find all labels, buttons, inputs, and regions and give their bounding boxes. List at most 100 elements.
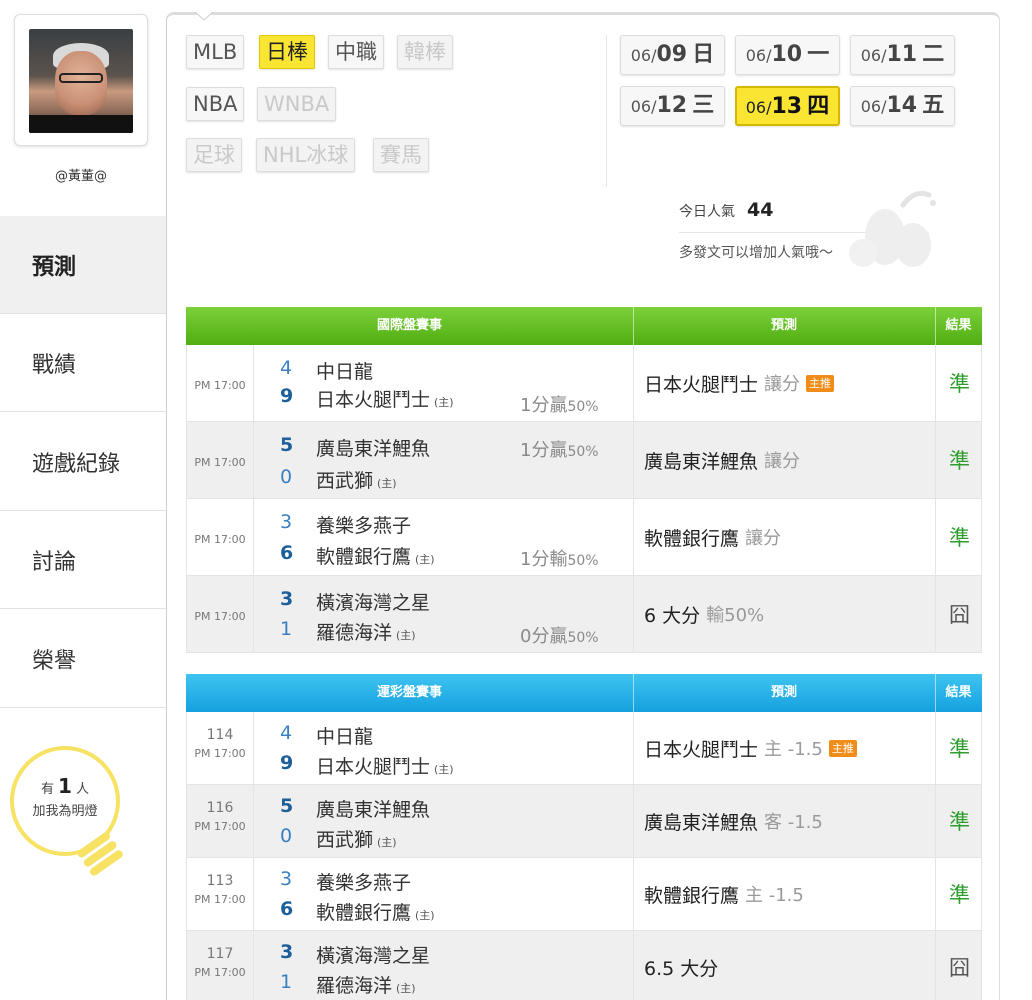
featured-badge: 主推 xyxy=(828,739,857,757)
nav-item-game-log[interactable]: 遊戲紀錄 xyxy=(0,413,166,511)
home-score: 9 xyxy=(280,752,294,774)
date-button-0610[interactable]: 06/10 一 xyxy=(735,35,840,75)
avatar[interactable] xyxy=(29,29,133,133)
tab-mlb[interactable]: MLB xyxy=(186,35,245,69)
tab-npb[interactable]: 日棒 xyxy=(259,35,315,69)
game-id: 114 xyxy=(206,727,234,743)
game-time: PM 17:00 xyxy=(194,747,246,760)
date-button-0613[interactable]: 06/13 四 xyxy=(735,86,840,126)
tab-kbo: 韓棒 xyxy=(397,35,453,69)
nav-item-label: 遊戲紀錄 xyxy=(32,451,121,477)
result-badge: 準 xyxy=(949,449,970,473)
date-button-0611[interactable]: 06/11 二 xyxy=(850,35,955,75)
column-header-match: 運彩盤賽事 xyxy=(376,685,442,700)
table-row[interactable]: PM 17:00 3 橫濱海灣之星 1 羅德海洋 (主) 0分贏50% 6 大分輸… xyxy=(186,576,982,653)
avatar-frame xyxy=(14,14,148,146)
table-row[interactable]: 116 PM 17:00 5 廣島東洋鯉魚 0 西武獅 (主) 廣島東洋鯉魚客 -… xyxy=(186,785,982,858)
tab-horse-racing: 賽馬 xyxy=(373,138,429,172)
home-team: 羅德海洋 (主) xyxy=(316,975,416,997)
table-header: 國際盤賽事 預測 結果 xyxy=(186,307,982,345)
home-score: 0 xyxy=(280,825,293,847)
pick-type: 主 -1.5 xyxy=(764,739,823,760)
game-info: 116 PM 17:00 xyxy=(187,785,254,857)
popularity-label: 今日人氣 xyxy=(679,204,735,220)
tab-wnba: WNBA xyxy=(257,87,337,121)
game-time: PM 17:00 xyxy=(187,345,254,421)
home-score: 1 xyxy=(280,618,293,640)
nav-item-honor[interactable]: 榮譽 xyxy=(0,610,166,708)
sidebar: @黃董@ 預測 戰績 遊戲紀錄 討論 榮譽 有1人 加我為明燈 xyxy=(0,0,166,1000)
result-badge: 準 xyxy=(949,883,970,907)
mentor-bulb[interactable]: 有1人 加我為明燈 xyxy=(10,746,130,886)
divider xyxy=(606,35,607,187)
match-cell: 3 橫濱海灣之星 1 羅德海洋 (主) 0分贏50% xyxy=(254,576,634,652)
prediction-cell: 軟體銀行鷹 讓分 xyxy=(634,499,936,575)
tab-soccer: 足球 xyxy=(186,138,242,172)
column-header-match: 國際盤賽事 xyxy=(376,318,442,333)
nav-item-prediction[interactable]: 預測 xyxy=(0,216,166,314)
pick-team: 日本火腿鬥士 xyxy=(644,373,759,396)
prediction-cell: 廣島東洋鯉魚 讓分 xyxy=(634,422,936,498)
date-button-0614[interactable]: 06/14 五 xyxy=(850,86,955,126)
game-time: PM 17:00 xyxy=(194,893,246,906)
nav-item-label: 討論 xyxy=(32,549,77,575)
handicap: 1分贏50% xyxy=(520,440,599,461)
pick-team: 軟體銀行鷹 xyxy=(644,884,740,907)
column-header-result: 結果 xyxy=(945,685,972,700)
game-time: PM 17:00 xyxy=(187,576,254,652)
pick-team: 廣島東洋鯉魚 xyxy=(644,811,759,834)
pick-team: 軟體銀行鷹 xyxy=(644,527,740,550)
away-team: 養樂多燕子 xyxy=(316,515,412,537)
game-id: 116 xyxy=(206,800,234,816)
result-badge: 準 xyxy=(949,526,970,550)
home-team: 軟體銀行鷹 (主) xyxy=(316,902,435,924)
panel-notch-icon xyxy=(195,12,213,21)
away-score: 4 xyxy=(280,722,293,744)
home-score: 0 xyxy=(280,466,293,488)
date-button-0609[interactable]: 06/09 日 xyxy=(620,35,725,75)
prediction-cell: 軟體銀行鷹主 -1.5 xyxy=(634,858,936,930)
away-score: 3 xyxy=(280,511,293,533)
date-button-0612[interactable]: 06/12 三 xyxy=(620,86,725,126)
table-row[interactable]: 113 PM 17:00 3 養樂多燕子 6 軟體銀行鷹 (主) 軟體銀行鷹主 -… xyxy=(186,858,982,931)
match-cell: 3 養樂多燕子 6 軟體銀行鷹 (主) 1分輸50% xyxy=(254,499,634,575)
prediction-cell: 6.5 大分 xyxy=(634,931,936,1000)
table-row[interactable]: 114 PM 17:00 4 中日龍 9 日本火腿鬥士 (主) 日本火腿鬥士主 -… xyxy=(186,712,982,785)
away-team: 橫濱海灣之星 xyxy=(316,945,431,967)
mentor-caption: 加我為明燈 xyxy=(32,804,98,819)
handicap: 1分輸50% xyxy=(520,549,599,570)
tab-cpbl[interactable]: 中職 xyxy=(328,35,384,69)
game-info: 113 PM 17:00 xyxy=(187,858,254,930)
home-team: 日本火腿鬥士 (主) xyxy=(316,389,454,411)
match-cell: 3 養樂多燕子 6 軟體銀行鷹 (主) xyxy=(254,858,634,930)
away-score: 3 xyxy=(280,868,293,890)
table-row[interactable]: PM 17:00 5 廣島東洋鯉魚 1分贏50% 0 西武獅 (主) 廣島東洋鯉魚… xyxy=(186,422,982,499)
pick-type: 讓分 xyxy=(745,528,782,549)
nav-item-discussion[interactable]: 討論 xyxy=(0,511,166,609)
table-row[interactable]: 117 PM 17:00 3 橫濱海灣之星 1 羅德海洋 (主) 6.5 大分 囧 xyxy=(186,931,982,1000)
result-badge: 囧 xyxy=(949,956,970,980)
prediction-cell: 日本火腿鬥士主 -1.5 主推 xyxy=(634,712,936,784)
home-score: 9 xyxy=(280,385,294,407)
intl-odds-table: 國際盤賽事 預測 結果 PM 17:00 4 中日龍 9 日本火腿鬥士 (主) 1… xyxy=(186,307,982,653)
away-team: 中日龍 xyxy=(316,361,374,383)
popularity-value: 44 xyxy=(747,199,774,221)
prediction-cell: 廣島東洋鯉魚客 -1.5 xyxy=(634,785,936,857)
tab-nba[interactable]: NBA xyxy=(186,87,245,121)
match-cell: 4 中日龍 9 日本火腿鬥士 (主) 1分贏50% xyxy=(254,345,634,421)
table-row[interactable]: PM 17:00 4 中日龍 9 日本火腿鬥士 (主) 1分贏50% 日本火腿鬥士… xyxy=(186,345,982,422)
nav-item-record[interactable]: 戰績 xyxy=(0,314,166,412)
home-score: 6 xyxy=(280,542,294,564)
handicap: 0分贏50% xyxy=(520,626,599,647)
nav-item-label: 榮譽 xyxy=(32,648,77,674)
mascot-decoration-icon xyxy=(849,190,936,267)
tab-nhl: NHL冰球 xyxy=(256,138,356,172)
pick-type: 讓分 xyxy=(764,374,801,395)
game-time: PM 17:00 xyxy=(187,422,254,498)
table-row[interactable]: PM 17:00 3 養樂多燕子 6 軟體銀行鷹 (主) 1分輸50% 軟體銀行鷹… xyxy=(186,499,982,576)
away-team: 廣島東洋鯉魚 xyxy=(316,799,431,821)
pick-type: 讓分 xyxy=(764,451,801,472)
prediction-cell: 6 大分 輸50% xyxy=(634,576,936,652)
game-time: PM 17:00 xyxy=(194,820,246,833)
column-header-result: 結果 xyxy=(945,318,972,333)
